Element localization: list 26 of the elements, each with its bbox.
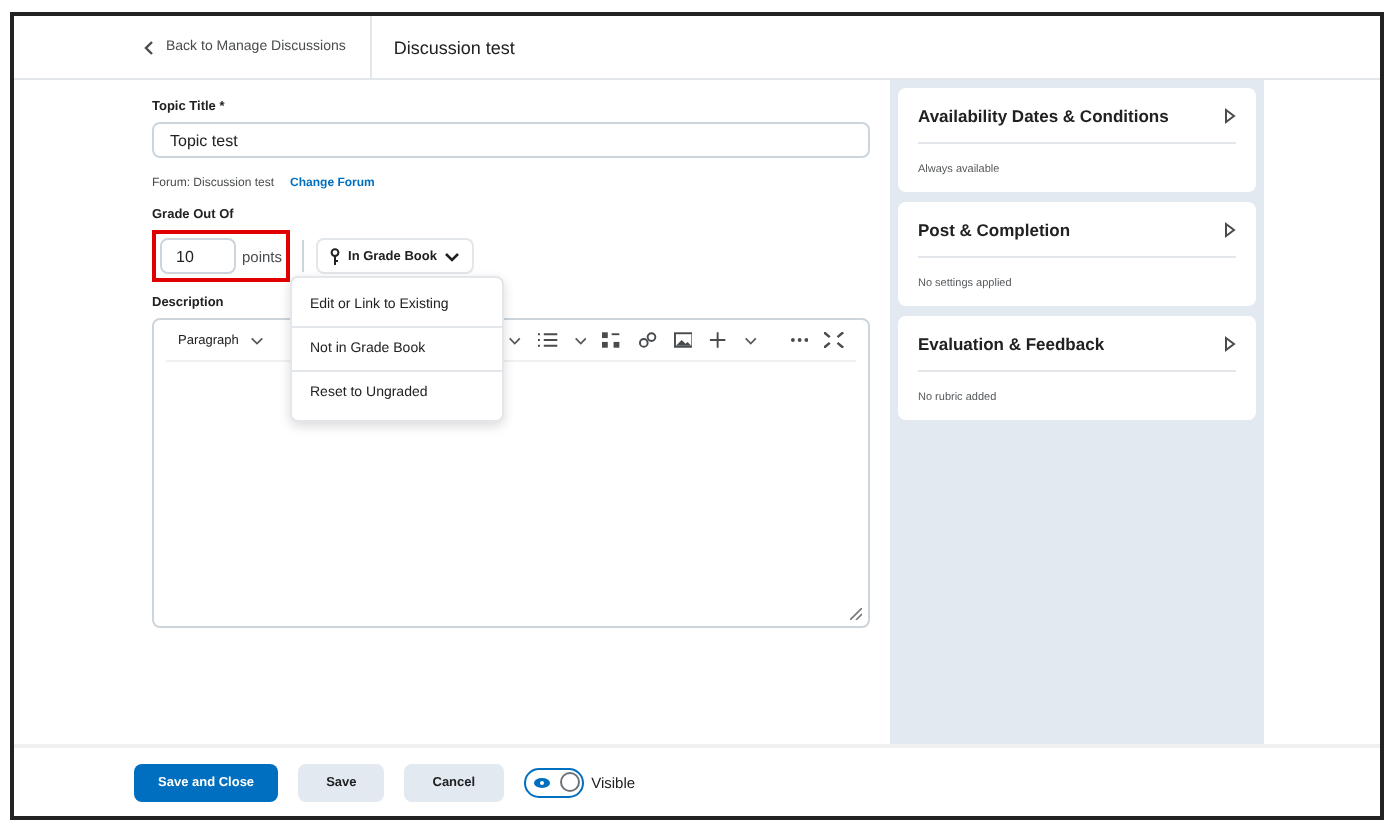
caret-icon bbox=[250, 335, 265, 345]
caret-icon bbox=[573, 335, 587, 345]
key-icon bbox=[330, 247, 341, 265]
caret-icon bbox=[508, 335, 523, 345]
image-icon[interactable] bbox=[673, 332, 693, 348]
plus-icon[interactable] bbox=[708, 332, 729, 348]
list-icon[interactable] bbox=[538, 332, 558, 348]
page-title: Discussion test bbox=[391, 35, 515, 61]
caret-icon bbox=[444, 251, 461, 261]
title-field[interactable]: Topic test bbox=[152, 122, 870, 158]
card-title: Evaluation & Feedback bbox=[918, 333, 1105, 353]
link-icon[interactable] bbox=[638, 332, 658, 348]
expand-icon[interactable] bbox=[1224, 107, 1236, 123]
grade-field[interactable]: 10 bbox=[160, 238, 236, 274]
expand-icon[interactable] bbox=[1224, 335, 1236, 351]
visibility-toggle[interactable] bbox=[523, 767, 584, 797]
expand-icon[interactable] bbox=[1224, 221, 1236, 237]
fullscreen-icon[interactable] bbox=[824, 332, 845, 348]
card-title: Availability Dates & Conditions bbox=[918, 105, 1169, 125]
chevron-icon bbox=[144, 39, 154, 55]
resize-icon[interactable] bbox=[850, 608, 862, 620]
card-title: Post & Completion bbox=[918, 219, 1071, 239]
grid-icon[interactable] bbox=[602, 332, 623, 348]
caret-icon bbox=[744, 335, 758, 345]
eye-icon bbox=[533, 777, 550, 787]
more-icon[interactable] bbox=[789, 332, 809, 348]
